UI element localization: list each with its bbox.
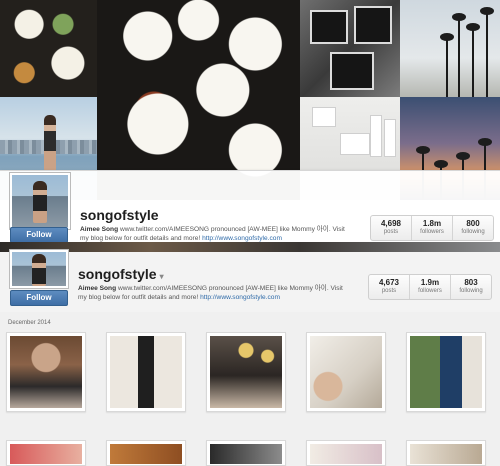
gift-box (354, 6, 392, 44)
gift-box (310, 10, 348, 44)
photo-gift-boxes[interactable] (300, 0, 400, 97)
feed-photo-image (10, 444, 82, 464)
website-link[interactable]: http://www.songofstyle.com (202, 235, 282, 242)
palm-tree (480, 7, 494, 97)
stat-followers[interactable]: 1.9m followers (409, 275, 450, 299)
stat-following[interactable]: 803 following (450, 275, 491, 299)
stat-label: posts (381, 288, 397, 294)
feed-photo-image (10, 336, 82, 408)
profile-stats: 4,673 posts 1.9m followers 803 following (368, 274, 492, 300)
feed-photo-image (410, 444, 482, 464)
palm-tree (440, 33, 454, 97)
stat-value: 1.9m (420, 278, 440, 287)
profile-bio: Aimee Song www.twitter.com/AIMEESONG pro… (80, 225, 350, 243)
profile-stats: 4,698 posts 1.8m followers 800 following (370, 215, 494, 241)
website-link[interactable]: http://www.songofstyle.com (200, 294, 280, 301)
profile-card: Follow songofstyle ▾ Aimee Song www.twitt… (0, 250, 500, 312)
stat-value: 800 (466, 219, 480, 228)
photo-food-platter[interactable] (0, 0, 97, 97)
feed-photo[interactable] (306, 440, 386, 466)
stat-value: 1.8m (422, 219, 442, 228)
feed-photo[interactable] (106, 440, 186, 466)
feed-photo[interactable] (6, 332, 86, 412)
profile-bio: Aimee Song www.twitter.com/AIMEESONG pro… (78, 284, 348, 302)
stat-label: followers (420, 229, 444, 235)
feed-photo-image (310, 336, 382, 408)
bio-name: Aimee Song (78, 285, 117, 292)
avatar-person (32, 254, 46, 286)
feed-photo-image (210, 444, 282, 464)
feed-photo[interactable] (306, 332, 386, 412)
profile-card-overlay: Follow songofstyle Aimee Song www.twitte… (0, 170, 500, 243)
feed-photo[interactable] (206, 332, 286, 412)
stat-label: followers (418, 288, 442, 294)
stat-following[interactable]: 800 following (452, 216, 493, 240)
stat-label: following (461, 229, 485, 235)
product (370, 115, 382, 157)
feed-photo[interactable] (406, 440, 486, 466)
stat-value: 4,698 (380, 219, 402, 228)
stat-followers[interactable]: 1.8m followers (411, 216, 452, 240)
username-text: songofstyle (78, 266, 157, 282)
photo-feed: December 2014 (0, 312, 500, 466)
stat-posts[interactable]: 4,698 posts (371, 216, 411, 240)
feed-date-header: December 2014 (8, 320, 51, 326)
chevron-down-icon[interactable]: ▾ (160, 272, 164, 281)
feed-photo[interactable] (206, 440, 286, 466)
feed-photo-image (410, 336, 482, 408)
bio-name: Aimee Song (80, 226, 119, 233)
product (312, 107, 336, 127)
stat-value: 803 (464, 278, 478, 287)
feed-photo-image (310, 444, 382, 464)
feed-photo[interactable] (106, 332, 186, 412)
username: songofstyle ▾ (78, 266, 164, 282)
gift-box (330, 52, 374, 90)
feed-photo-image (110, 444, 182, 464)
product (384, 119, 396, 157)
avatar[interactable] (10, 250, 68, 288)
username: songofstyle (80, 207, 159, 223)
palm-tree (466, 23, 480, 97)
feed-photo[interactable] (6, 440, 86, 466)
feed-photo-image (110, 336, 182, 408)
stat-label: following (459, 288, 483, 294)
person-figure (44, 115, 56, 171)
stat-value: 4,673 (378, 278, 400, 287)
avatar-person (33, 181, 47, 223)
follow-button[interactable]: Follow (10, 290, 68, 306)
stat-label: posts (383, 229, 399, 235)
palm-tree (452, 13, 466, 97)
feed-photo-image (210, 336, 282, 408)
stat-posts[interactable]: 4,673 posts (369, 275, 409, 299)
photo-palm-trees-day[interactable] (400, 0, 500, 97)
feed-photo[interactable] (406, 332, 486, 412)
avatar[interactable] (10, 173, 70, 229)
product (340, 133, 370, 155)
follow-button[interactable]: Follow (10, 227, 68, 243)
